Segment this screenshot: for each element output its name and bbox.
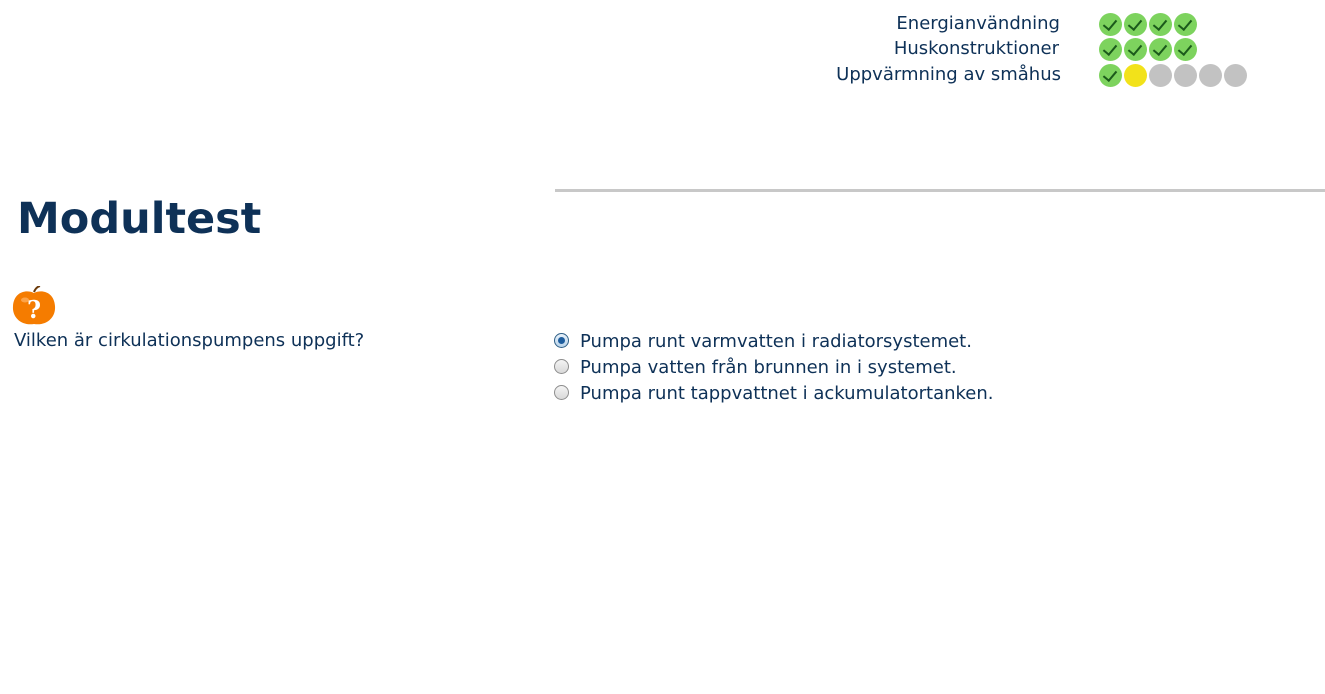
answer-option[interactable]: Pumpa runt tappvattnet i ackumulatortank…	[554, 381, 994, 407]
pending-step-dot	[1199, 64, 1222, 87]
answer-option[interactable]: Pumpa vatten från brunnen in i systemet.	[554, 355, 994, 381]
progress-row-huskonstruktioner: Huskonstruktioner	[0, 37, 1325, 61]
module-label: Uppvärmning av småhus	[836, 64, 1061, 85]
check-icon	[1149, 13, 1172, 36]
current-step-dot	[1124, 64, 1147, 87]
header-divider	[555, 189, 1325, 192]
answer-options: Pumpa runt varmvatten i radiatorsystemet…	[554, 329, 994, 407]
check-icon	[1099, 64, 1122, 87]
answer-option[interactable]: Pumpa runt varmvatten i radiatorsystemet…	[554, 329, 994, 355]
step-dots	[1099, 13, 1199, 36]
check-icon	[1174, 38, 1197, 61]
svg-text:?: ?	[27, 295, 41, 324]
check-icon	[1149, 38, 1172, 61]
progress-row-energianvandning: Energianvändning	[0, 12, 1325, 36]
pending-step-dot	[1224, 64, 1247, 87]
module-label: Energianvändning	[896, 13, 1060, 34]
question-text: Vilken är cirkulationspumpens uppgift?	[14, 330, 365, 351]
radio-button-selected[interactable]	[554, 332, 569, 348]
answer-label[interactable]: Pumpa runt tappvattnet i ackumulatortank…	[580, 382, 994, 406]
check-icon	[1124, 38, 1147, 61]
answer-label[interactable]: Pumpa vatten från brunnen in i systemet.	[580, 356, 957, 380]
question-apple-icon: ?	[12, 285, 56, 326]
answer-label[interactable]: Pumpa runt varmvatten i radiatorsystemet…	[580, 330, 972, 354]
module-label: Huskonstruktioner	[893, 38, 1059, 59]
page-title: Modultest	[17, 194, 262, 244]
check-icon	[1099, 38, 1122, 61]
pending-step-dot	[1149, 64, 1172, 87]
radio-button[interactable]	[554, 384, 569, 400]
check-icon	[1124, 13, 1147, 36]
radio-button[interactable]	[554, 358, 569, 374]
check-icon	[1099, 13, 1122, 36]
pending-step-dot	[1174, 64, 1197, 87]
check-icon	[1174, 13, 1197, 36]
step-dots	[1099, 64, 1249, 87]
progress-row-uppvarmning: Uppvärmning av småhus	[0, 63, 1325, 87]
step-dots	[1099, 38, 1199, 61]
